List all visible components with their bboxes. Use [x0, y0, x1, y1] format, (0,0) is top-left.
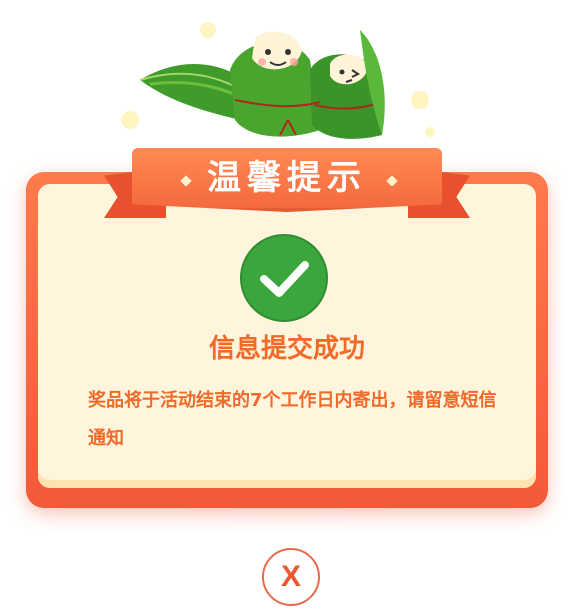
dialog-stage: 温馨提示 信息提交成功 奖品将于活动结束的7个工作日内寄出，请留意短信通知 X — [0, 0, 574, 609]
close-icon: X — [280, 560, 301, 593]
check-circle-icon — [240, 234, 328, 322]
success-title: 信息提交成功 — [208, 334, 365, 364]
dialog-title: 温馨提示 — [207, 158, 367, 198]
zongzi-illustration — [121, 22, 435, 139]
success-message: 奖品将于活动结束的7个工作日内寄出，请留意短信通知 — [88, 390, 497, 449]
close-button[interactable]: X — [262, 548, 320, 606]
